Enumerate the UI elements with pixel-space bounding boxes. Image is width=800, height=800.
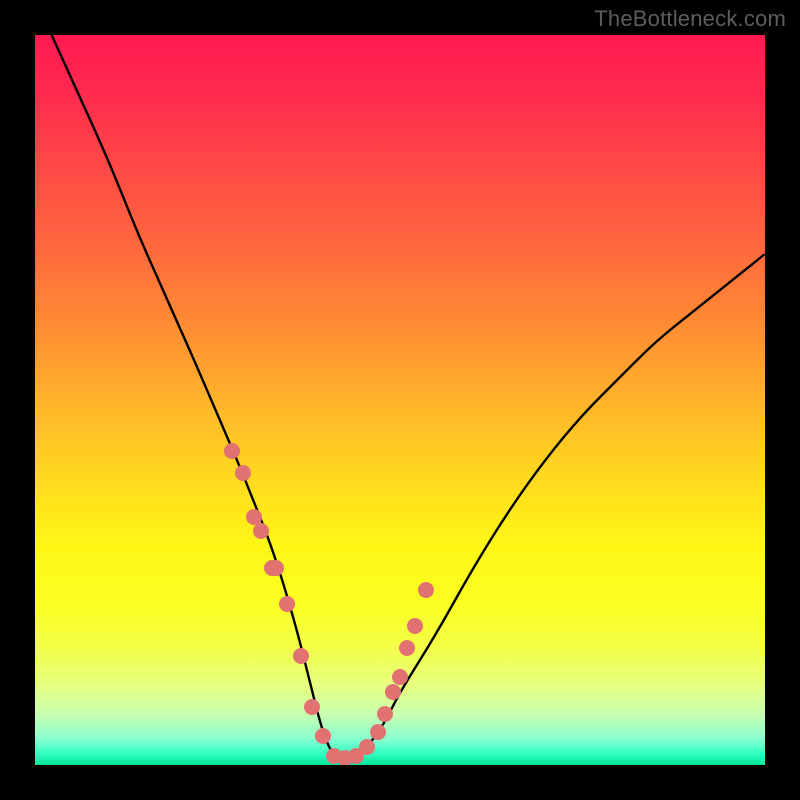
- watermark-text: TheBottleneck.com: [594, 6, 786, 32]
- data-point: [407, 618, 423, 634]
- data-point: [246, 509, 262, 525]
- data-point: [268, 560, 284, 576]
- curve-layer: [35, 35, 765, 765]
- data-point: [235, 465, 251, 481]
- data-point: [359, 739, 375, 755]
- data-point: [293, 648, 309, 664]
- chart-frame: TheBottleneck.com: [0, 0, 800, 800]
- data-point: [385, 684, 401, 700]
- data-point: [418, 582, 434, 598]
- data-point: [304, 699, 320, 715]
- plot-area: [35, 35, 765, 765]
